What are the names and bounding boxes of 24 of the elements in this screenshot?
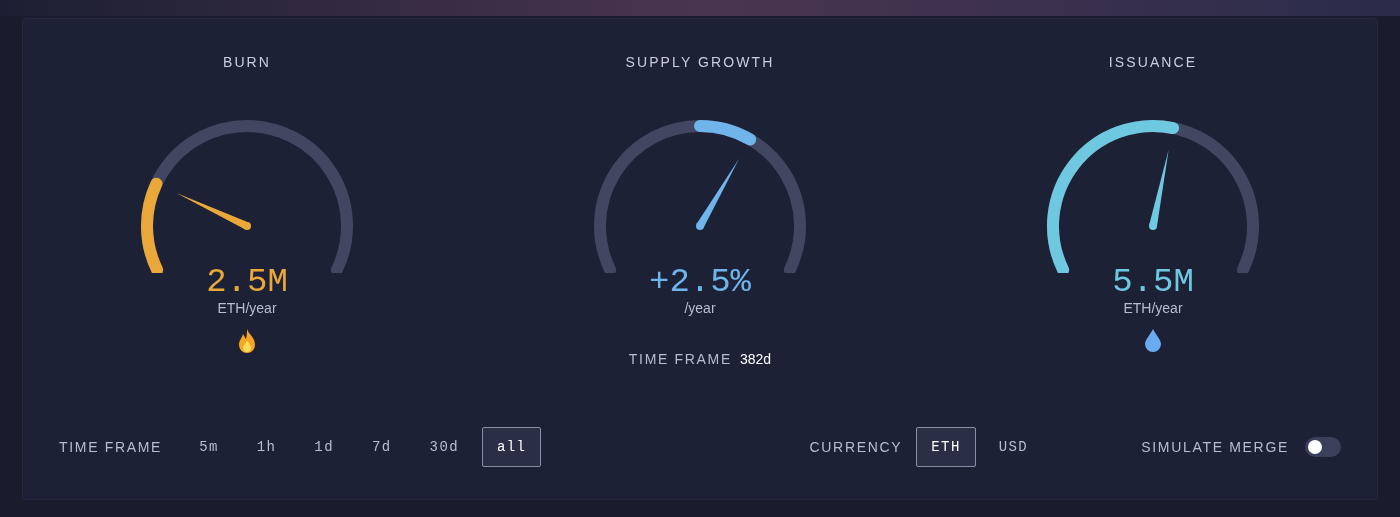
time-frame-label: TIME FRAME <box>59 437 163 457</box>
time-frame-value: 382d <box>740 350 772 369</box>
option-button[interactable]: 5m <box>184 427 234 467</box>
water-drop-icon <box>1143 327 1163 353</box>
toggle-switch[interactable] <box>1305 437 1341 457</box>
gauge-title: SUPPLY GROWTH <box>625 53 775 72</box>
gauge-unit: ETH/year <box>1123 301 1183 315</box>
option-button[interactable]: 1d <box>299 427 349 467</box>
option-button[interactable]: all <box>482 427 542 467</box>
gauge-value: 2.5M <box>206 265 288 299</box>
gauge-value: +2.5% <box>649 265 751 299</box>
option-button[interactable]: ETH <box>916 427 976 467</box>
gauge-unit: ETH/year <box>217 301 277 315</box>
gauge-title: ISSUANCE <box>1108 53 1198 72</box>
gauge-value: 5.5M <box>1112 265 1194 299</box>
time-frame-label: TIME FRAME <box>628 350 732 369</box>
option-button[interactable]: 1h <box>241 427 292 467</box>
option-button[interactable]: USD <box>983 427 1044 467</box>
option-button[interactable]: 7d <box>356 427 407 467</box>
currency-label: CURRENCY <box>809 437 903 457</box>
option-button[interactable]: 30d <box>414 427 474 467</box>
gauge-title: BURN <box>222 53 272 72</box>
gauge-unit: /year <box>684 301 716 315</box>
simulate-merge-label: SIMULATE MERGE <box>1141 437 1289 457</box>
